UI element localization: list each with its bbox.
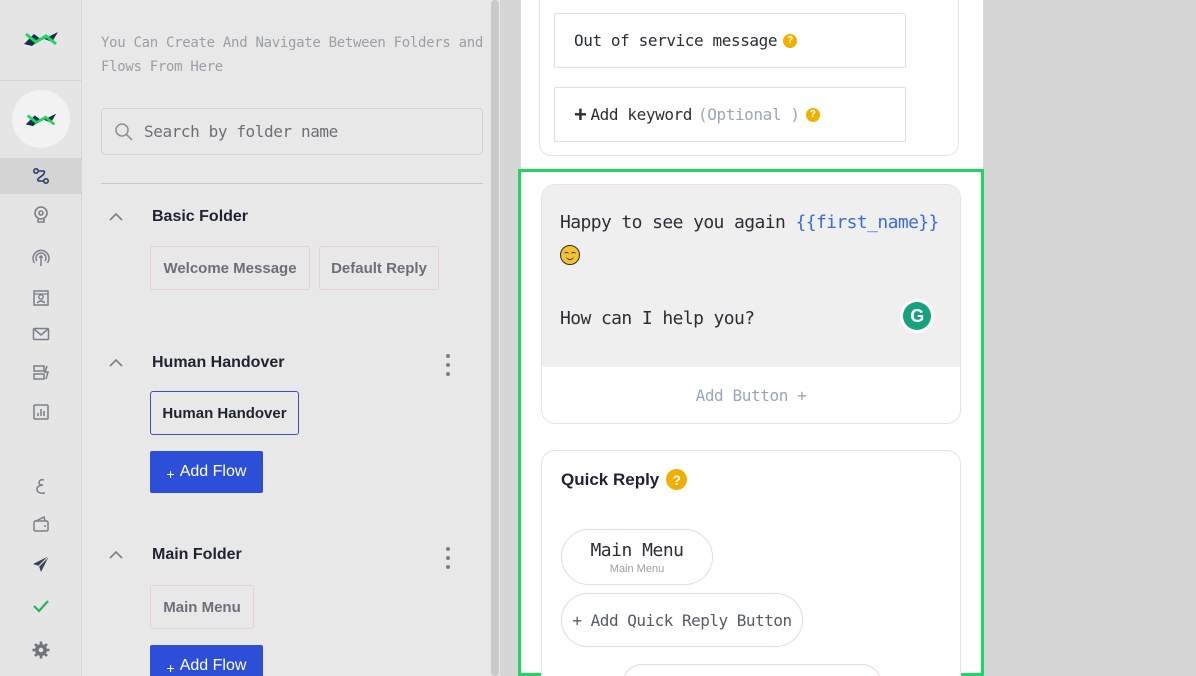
folder-name: Human Handover [152, 354, 285, 371]
rail-settings[interactable] [0, 632, 82, 668]
selected-block-highlight: Happy to see you again {{first_name}} Ho… [518, 169, 984, 676]
folder-human-handover[interactable]: Human Handover [106, 354, 284, 372]
settings-card: Out of service message ? + Add keyword (… [539, 0, 959, 156]
add-button-button[interactable]: Add Button + [542, 367, 960, 423]
help-icon[interactable]: ? [783, 33, 798, 48]
logo-icon[interactable] [22, 28, 60, 48]
message-line-2: How can I help you? [560, 308, 755, 329]
optional-label: (Optional ) [698, 105, 800, 124]
plus-icon: + [574, 101, 587, 127]
rail-wallet[interactable] [0, 506, 82, 542]
rail-contacts[interactable] [0, 280, 82, 316]
folder-search[interactable] [101, 108, 483, 155]
next-item-partial [622, 664, 882, 676]
rail-send[interactable] [0, 546, 82, 582]
rail-check[interactable] [0, 588, 82, 624]
contacts-icon [33, 290, 49, 306]
rail-flows[interactable] [0, 158, 82, 194]
flow-editor: Out of service message ? + Add keyword (… [500, 0, 1196, 676]
quick-reply-title: Quick Reply ? [561, 469, 688, 490]
grammarly-button[interactable]: G [900, 299, 934, 333]
kebab-menu-icon[interactable] [442, 352, 454, 378]
out-of-service-label: Out of service message [574, 31, 778, 50]
wallet-icon [33, 515, 49, 532]
flow-default-reply[interactable]: Default Reply [319, 246, 439, 290]
quick-reply-main-menu[interactable]: Main Menu Main Menu [561, 529, 713, 585]
check-icon [33, 600, 49, 613]
analytics-icon [33, 404, 49, 420]
add-flow-label: Add Flow [179, 657, 247, 674]
add-flow-button[interactable]: + Add Flow [150, 645, 263, 676]
smile-emoji-icon [560, 245, 580, 265]
plus-icon: + [166, 466, 175, 482]
automation-icon [33, 365, 49, 380]
message-text-area[interactable]: Happy to see you again {{first_name}} Ho… [542, 185, 960, 367]
send-icon [33, 555, 50, 572]
message-line-1: Happy to see you again [560, 212, 786, 233]
panel-description: You Can Create And Navigate Between Fold… [101, 35, 484, 75]
rail-mail[interactable] [0, 316, 82, 352]
folder-basic[interactable]: Basic Folder [106, 208, 248, 226]
quick-reply-button-subtitle: Main Menu [609, 562, 665, 575]
add-keyword-label: Add keyword [590, 105, 693, 124]
rail-analytics[interactable] [0, 394, 82, 430]
quick-reply-card: Quick Reply ? Main Menu Main Menu + Add … [541, 450, 961, 676]
quick-reply-button-title: Main Menu [590, 539, 684, 561]
language-icon [36, 479, 46, 494]
app-root: You Can Create And Navigate Between Fold… [0, 0, 1196, 676]
bot-icon [34, 206, 48, 223]
plus-icon: + [166, 660, 175, 676]
add-flow-label: Add Flow [179, 463, 247, 480]
flow-human-handover[interactable]: Human Handover [150, 391, 299, 435]
rail-divider [0, 80, 82, 81]
settings-icon [32, 641, 50, 659]
mail-icon [32, 327, 50, 341]
flow-main-menu[interactable]: Main Menu [150, 585, 254, 629]
panel-scrollbar[interactable] [491, 0, 499, 676]
chevron-up-icon[interactable] [106, 356, 126, 370]
broadcast-icon [32, 249, 50, 266]
search-icon [115, 122, 133, 141]
add-keyword-field[interactable]: + Add keyword (Optional ) ? [554, 87, 906, 142]
avatar[interactable] [12, 90, 70, 148]
flow-welcome-message[interactable]: Welcome Message [150, 246, 310, 290]
first-name-variable[interactable]: {{first_name}} [795, 212, 939, 233]
rail-broadcast[interactable] [0, 240, 82, 276]
quick-reply-title-text: Quick Reply [561, 469, 660, 489]
out-of-service-field[interactable]: Out of service message ? [554, 13, 906, 68]
panel-divider [101, 183, 483, 184]
flows-icon [32, 167, 50, 185]
grammarly-icon: G [903, 302, 931, 330]
kebab-menu-icon[interactable] [442, 545, 454, 571]
folder-name: Basic Folder [152, 208, 249, 225]
help-icon[interactable]: ? [805, 107, 820, 122]
rail-language[interactable] [0, 468, 82, 504]
folder-name: Main Folder [152, 546, 242, 563]
chevron-up-icon[interactable] [106, 548, 126, 562]
rail-automation[interactable] [0, 354, 82, 390]
folder-main[interactable]: Main Folder [106, 546, 242, 564]
add-flow-button[interactable]: + Add Flow [150, 451, 263, 493]
search-input[interactable] [144, 122, 464, 141]
folder-panel: You Can Create And Navigate Between Fold… [82, 0, 502, 676]
help-icon[interactable]: ? [666, 469, 688, 490]
rail-bot[interactable] [0, 196, 82, 232]
add-quick-reply-button[interactable]: + Add Quick Reply Button [561, 593, 803, 647]
icon-rail [0, 0, 82, 676]
avatar-logo-icon [25, 113, 57, 127]
chevron-up-icon[interactable] [106, 210, 126, 224]
message-card[interactable]: Happy to see you again {{first_name}} Ho… [541, 184, 961, 424]
